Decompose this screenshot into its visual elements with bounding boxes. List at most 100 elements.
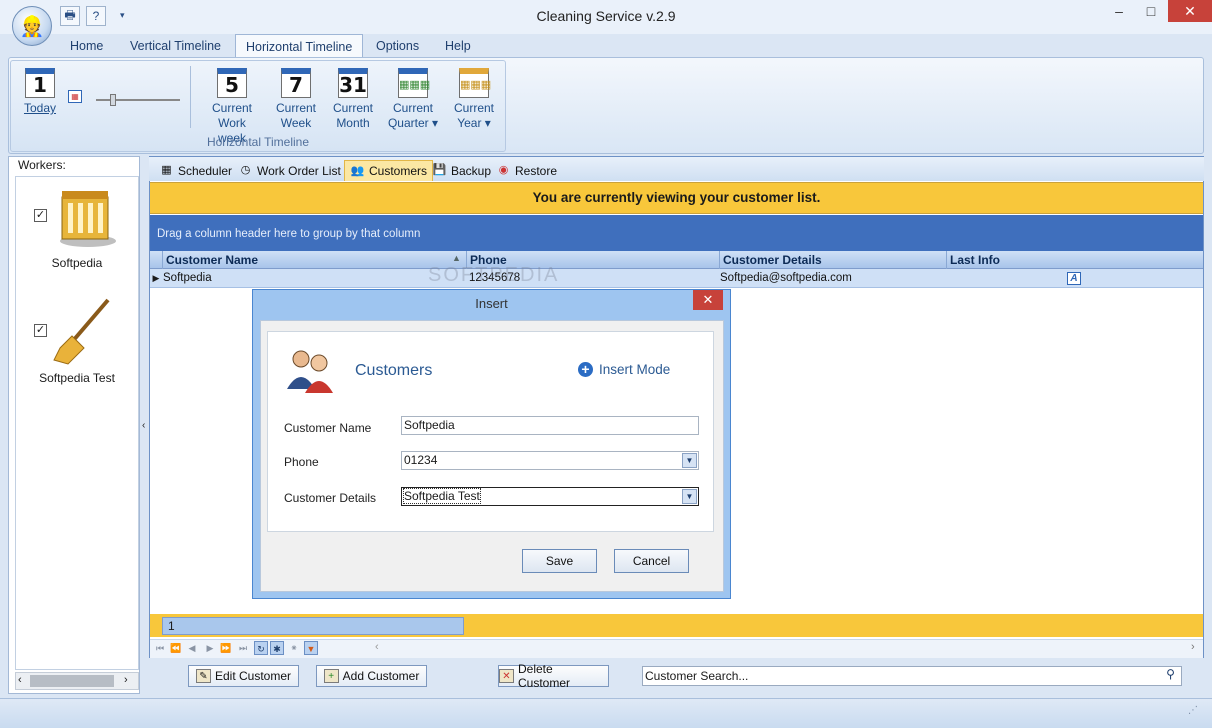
- last-page-icon[interactable]: ⏭: [236, 641, 250, 655]
- scheduler-icon: ▦: [161, 164, 172, 176]
- phone-label: Phone: [284, 455, 319, 469]
- tab-vertical-timeline[interactable]: Vertical Timeline: [120, 34, 231, 58]
- edit-customer-button[interactable]: ✎ Edit Customer: [188, 665, 299, 687]
- maximize-button[interactable]: □: [1136, 0, 1166, 22]
- minimize-button[interactable]: –: [1104, 0, 1134, 22]
- footer-count: 1: [162, 617, 464, 635]
- ribbon-group-label: Horizontal Timeline: [206, 135, 310, 149]
- restore-icon: ◉: [498, 164, 509, 176]
- refresh-icon[interactable]: ↻: [254, 641, 268, 655]
- workers-scrollbar-thumb[interactable]: [30, 675, 114, 687]
- customers-icon: [285, 347, 335, 393]
- binoculars-icon[interactable]: ⚲: [1161, 667, 1180, 685]
- ribbon-separator: [190, 66, 191, 128]
- nav-scroll-right-icon[interactable]: ›: [1191, 641, 1195, 653]
- collapse-panel-icon[interactable]: ‹: [142, 420, 145, 431]
- phone-dropdown[interactable]: 01234 ▼: [401, 451, 699, 470]
- prev-record-icon[interactable]: ◀: [185, 641, 199, 655]
- current-week-button[interactable]: 7 Current Week: [268, 66, 324, 136]
- customer-details-dropdown[interactable]: Softpedia Test ▼: [401, 487, 699, 506]
- application-menu-button[interactable]: 👷: [12, 6, 52, 46]
- tab-home[interactable]: Home: [60, 34, 113, 58]
- button-label: Edit Customer: [214, 669, 292, 683]
- phone-value: 01234: [404, 453, 438, 467]
- resize-grip-icon[interactable]: ⋰: [1188, 705, 1198, 716]
- delete-customer-button[interactable]: ✕ Delete Customer: [498, 662, 609, 690]
- worker-checkbox[interactable]: ✓: [34, 209, 47, 222]
- column-customer-name[interactable]: Customer Name: [162, 251, 466, 269]
- memo-icon[interactable]: A: [1067, 272, 1081, 285]
- save-button[interactable]: Save: [522, 549, 597, 573]
- current-work-week-button[interactable]: 5 Current Work week: [204, 66, 260, 145]
- tab-work-order-list[interactable]: ◷ Work Order List: [233, 160, 346, 181]
- button-label: Current: [275, 101, 316, 115]
- calendar-7-icon: 7: [281, 68, 311, 98]
- zoom-slider[interactable]: [96, 99, 180, 101]
- tab-help[interactable]: Help: [435, 34, 481, 58]
- customer-search-input[interactable]: Customer Search...: [642, 666, 1182, 686]
- scroll-left-icon[interactable]: ‹: [18, 674, 22, 686]
- prev-page-icon[interactable]: ⏪: [169, 641, 183, 655]
- next-record-icon[interactable]: ▶: [203, 641, 217, 655]
- customer-name-field[interactable]: Softpedia: [401, 416, 699, 435]
- nav-scroll-left-icon[interactable]: ‹: [375, 641, 379, 653]
- watermark: SOFTPEDIA: [428, 264, 560, 286]
- button-label: Current: [332, 101, 373, 115]
- cancel-button[interactable]: Cancel: [614, 549, 689, 573]
- edit-icon: ✎: [195, 669, 211, 683]
- tab-label: Work Order List: [257, 163, 341, 178]
- mode-label: Insert Mode: [599, 362, 671, 377]
- quarter-grid-icon: ▦▦▦: [398, 68, 430, 98]
- workers-list: [15, 176, 139, 670]
- filter-clear-icon[interactable]: ⁕: [287, 641, 301, 655]
- year-grid-icon: ▦▦▦: [459, 68, 491, 98]
- calendar-small-icon[interactable]: ▦: [68, 90, 82, 103]
- customer-details-label: Customer Details: [284, 491, 377, 505]
- button-label: Current: [392, 101, 433, 115]
- broom-icon: [50, 296, 116, 366]
- current-month-button[interactable]: 31 Current Month: [325, 66, 381, 136]
- tab-customers[interactable]: 👥 Customers: [344, 160, 434, 181]
- cell-customer-details[interactable]: Softpedia@softpedia.com: [717, 269, 944, 288]
- today-label: Today: [23, 101, 57, 115]
- column-last-info[interactable]: Last Info: [946, 251, 1203, 269]
- chevron-down-icon[interactable]: ▼: [682, 453, 697, 468]
- insert-record-icon[interactable]: ✱: [270, 641, 284, 655]
- customer-details-value: Softpedia Test: [403, 488, 481, 504]
- button-label: Month: [336, 116, 370, 130]
- current-quarter-button[interactable]: ▦▦▦ Current Quarter ▾: [385, 66, 441, 136]
- button-label: Delete Customer: [518, 662, 571, 690]
- tab-options[interactable]: Options: [366, 34, 429, 58]
- close-button[interactable]: ✕: [1168, 0, 1212, 22]
- group-by-panel[interactable]: Drag a column header here to group by th…: [150, 215, 1203, 251]
- worker-checkbox[interactable]: ✓: [34, 324, 47, 337]
- tab-label: Backup: [451, 163, 492, 178]
- worker-name[interactable]: Softpedia Test: [17, 371, 137, 385]
- button-label: Add Customer: [342, 669, 420, 683]
- dialog-close-button[interactable]: ✕: [693, 290, 723, 310]
- tab-backup[interactable]: 💾 Backup: [427, 160, 496, 181]
- tab-restore[interactable]: ◉ Restore: [491, 160, 562, 181]
- customers-icon: 👥: [350, 164, 365, 177]
- calendar-icon: 1: [25, 68, 55, 98]
- work-order-icon: ◷: [240, 164, 251, 176]
- filter-icon[interactable]: ▼: [304, 641, 318, 655]
- worker-name[interactable]: Softpedia: [17, 256, 137, 270]
- scroll-right-icon[interactable]: ›: [124, 674, 128, 686]
- dialog-heading: Customers: [355, 362, 433, 379]
- current-year-button[interactable]: ▦▦▦ Current Year ▾: [446, 66, 502, 136]
- first-page-icon[interactable]: ⏮: [153, 641, 167, 655]
- today-button[interactable]: 1 Today: [12, 66, 68, 136]
- window-title: Cleaning Service v.2.9: [536, 8, 676, 24]
- workers-label: Workers:: [18, 158, 66, 172]
- button-label: Current: [211, 101, 252, 115]
- zoom-slider-thumb[interactable]: [110, 94, 116, 106]
- cell-customer-name[interactable]: Softpedia: [160, 269, 464, 288]
- chevron-down-icon[interactable]: ▼: [682, 489, 697, 504]
- next-page-icon[interactable]: ⏩: [219, 641, 233, 655]
- column-customer-details[interactable]: Customer Details: [719, 251, 946, 269]
- add-customer-button[interactable]: + Add Customer: [316, 665, 427, 687]
- calendar-31-icon: 31: [338, 68, 368, 98]
- tab-horizontal-timeline[interactable]: Horizontal Timeline: [235, 34, 364, 58]
- tab-scheduler[interactable]: ▦ Scheduler: [154, 160, 237, 181]
